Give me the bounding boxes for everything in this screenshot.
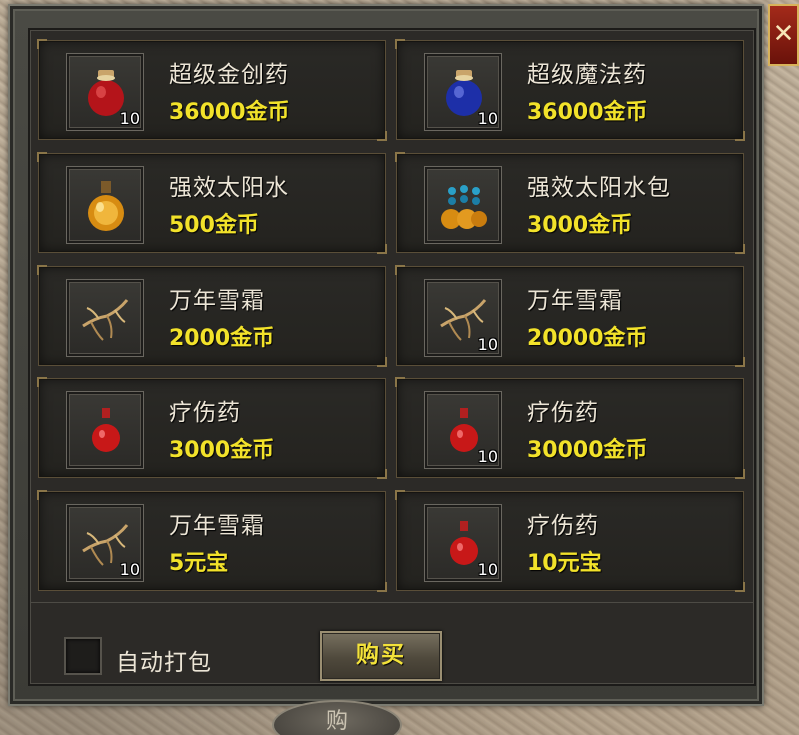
shop-item[interactable]: 万年雪霜 2000金币	[37, 264, 387, 367]
item-name: 疗伤药	[527, 400, 599, 427]
auto-pack-label: 自动打包	[116, 650, 212, 676]
sun-water-flask-icon	[88, 180, 124, 231]
item-icon-box[interactable]: 10	[66, 53, 144, 131]
shop-item[interactable]: 10 疗伤药 10元宝	[395, 490, 745, 593]
item-icon-box[interactable]	[424, 165, 502, 244]
item-price: 2000金币	[169, 325, 275, 351]
shop-item[interactable]: 10 疗伤药 30000金币	[395, 377, 745, 480]
item-icon-box[interactable]	[66, 391, 144, 470]
shop-footer: 自动打包 购买	[30, 602, 754, 684]
item-price: 3000金币	[527, 212, 633, 238]
auto-pack-checkbox[interactable]	[64, 637, 102, 675]
item-quantity: 10	[477, 334, 498, 354]
sun-water-bundle-icon	[441, 184, 487, 229]
item-name: 超级金创药	[169, 62, 289, 88]
item-name: 强效太阳水	[169, 174, 289, 201]
item-icon-box[interactable]: 10	[66, 504, 144, 583]
shop-item[interactable]: 10 万年雪霜 5元宝	[37, 490, 387, 593]
shop-item[interactable]: 强效太阳水包 3000金币	[395, 151, 745, 254]
healing-potion-icon	[92, 408, 120, 453]
item-price: 30000金币	[527, 438, 648, 464]
item-name: 万年雪霜	[169, 513, 265, 540]
item-price: 5元宝	[169, 551, 229, 577]
item-icon-box[interactable]	[66, 165, 144, 244]
item-icon-box[interactable]: 10	[424, 391, 502, 470]
item-name: 超级魔法药	[527, 62, 647, 88]
item-name: 疗伤药	[169, 400, 241, 427]
item-quantity: 10	[477, 560, 498, 580]
item-price: 20000金币	[527, 325, 648, 351]
item-quantity: 10	[119, 109, 140, 128]
shop-item[interactable]: 疗伤药 3000金币	[37, 377, 387, 480]
shop-window: 10 超级金创药 36000金币 10 超级魔法药 36000金币 强效太阳水 …	[8, 4, 764, 706]
close-button[interactable]: ✕	[768, 4, 799, 66]
shop-item[interactable]: 10 超级金创药 36000金币	[37, 39, 387, 141]
snow-frost-root-icon	[82, 298, 129, 341]
item-icon-box[interactable]	[66, 278, 144, 357]
item-price: 10元宝	[527, 551, 602, 577]
item-name: 万年雪霜	[169, 287, 265, 314]
item-grid: 10 超级金创药 36000金币 10 超级魔法药 36000金币 强效太阳水 …	[37, 39, 750, 594]
shop-item[interactable]: 10 超级魔法药 36000金币	[395, 39, 745, 141]
buy-button[interactable]: 购买	[320, 631, 442, 681]
item-name: 强效太阳水包	[527, 174, 671, 201]
shop-item[interactable]: 10 万年雪霜 20000金币	[395, 264, 745, 367]
item-price: 3000金币	[169, 438, 275, 464]
item-icon-box[interactable]: 10	[424, 504, 502, 583]
item-quantity: 10	[477, 447, 498, 467]
item-price: 500金币	[169, 212, 259, 238]
item-quantity: 10	[119, 560, 140, 580]
item-name: 疗伤药	[527, 513, 599, 540]
shop-item[interactable]: 强效太阳水 500金币	[37, 151, 387, 254]
item-price: 36000金币	[169, 100, 290, 125]
item-quantity: 10	[477, 109, 498, 128]
item-name: 万年雪霜	[527, 287, 623, 314]
item-icon-box[interactable]: 10	[424, 278, 502, 357]
item-price: 36000金币	[527, 100, 648, 125]
item-icon-box[interactable]: 10	[424, 53, 502, 131]
shop-inner-panel: 10 超级金创药 36000金币 10 超级魔法药 36000金币 强效太阳水 …	[28, 28, 756, 686]
